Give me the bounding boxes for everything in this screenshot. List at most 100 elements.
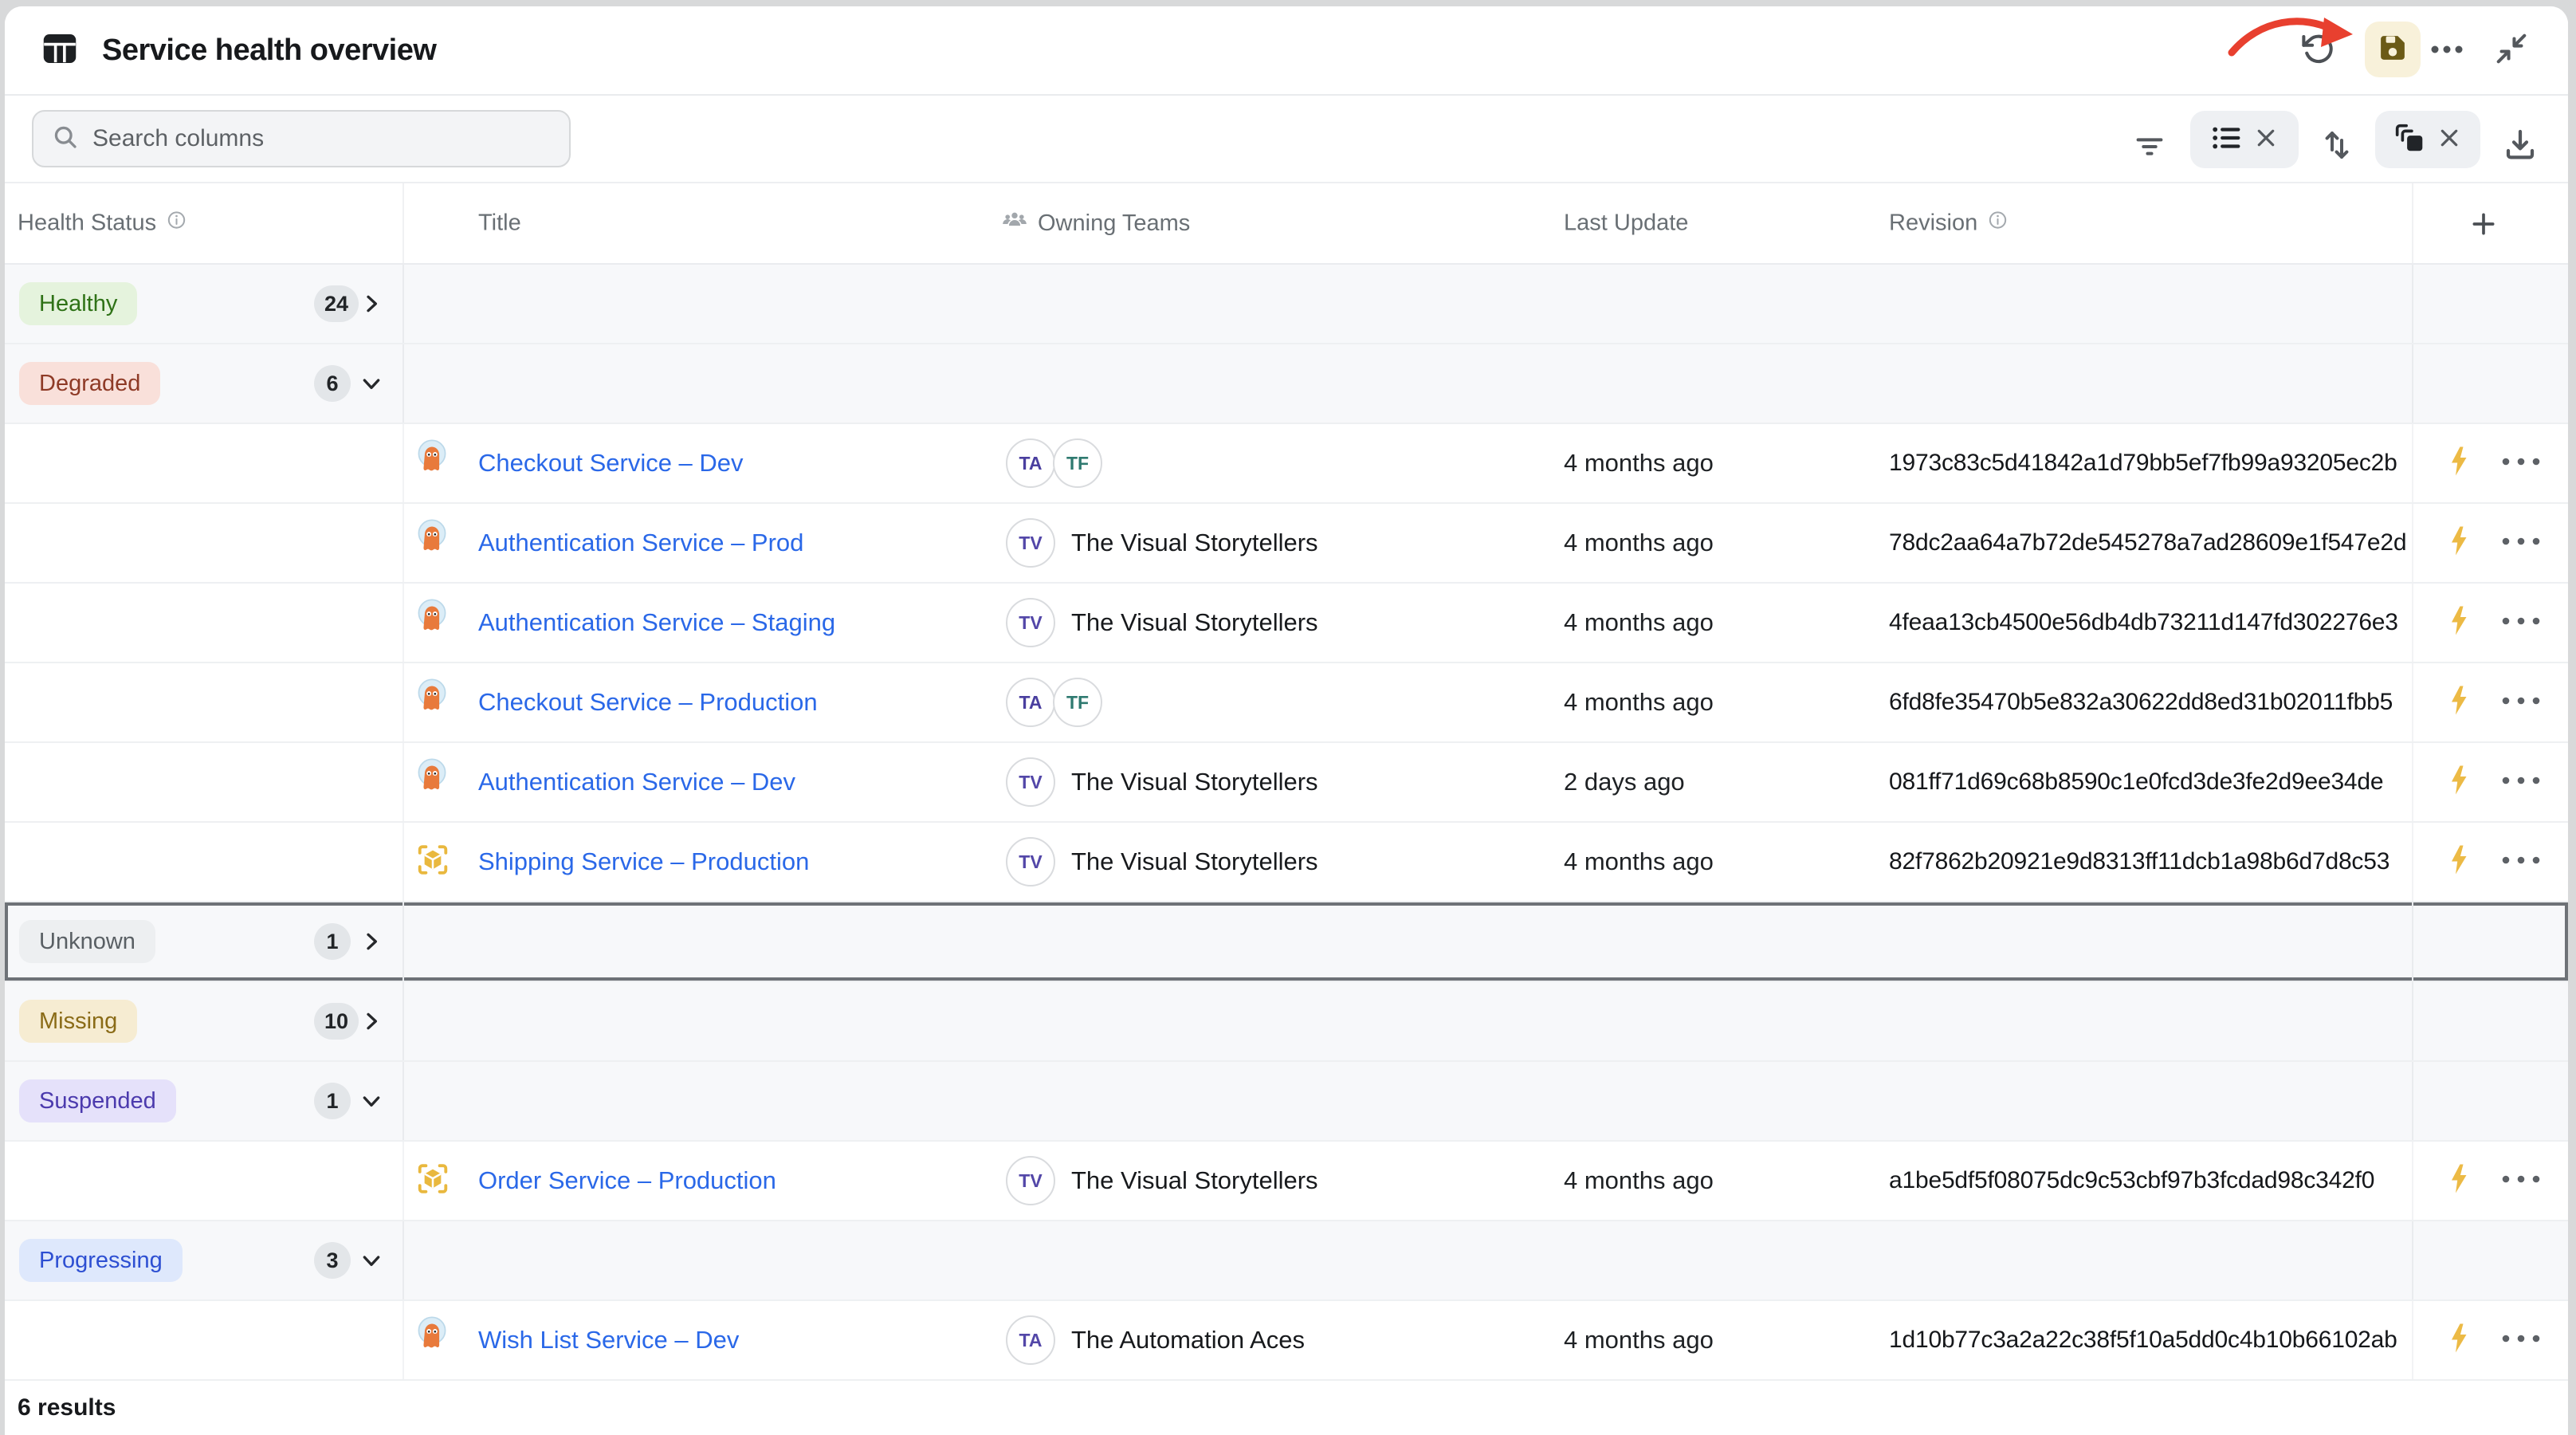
clear-list-view-icon[interactable] [2251,123,2281,157]
add-column-button[interactable] [2468,208,2499,244]
list-icon [2208,120,2244,160]
column-header-title[interactable]: Title [478,210,521,237]
lightning-icon[interactable] [2448,446,2469,481]
team-avatar[interactable]: TA [1006,678,1055,727]
search-icon [51,123,80,155]
group-count: 6 [314,365,351,402]
last-update: 4 months ago [1564,449,1714,478]
team-name: The Visual Storytellers [1071,529,1318,557]
lightning-icon[interactable] [2448,765,2469,800]
last-update: 4 months ago [1564,529,1714,557]
chevron-down-icon[interactable] [359,371,384,396]
column-header-revision[interactable]: Revision [1889,210,2009,238]
team-avatar[interactable]: TV [1006,598,1055,647]
table-row[interactable]: Authentication Service – Prod TV The Visua… [5,504,2568,584]
table-row[interactable]: Wish List Service – DevTAThe Automation … [5,1301,2568,1381]
list-view-toggle[interactable] [2190,111,2299,168]
lightning-icon[interactable] [2448,686,2469,720]
group-count: 24 [314,285,359,322]
column-header-last-update[interactable]: Last Update [1564,210,1688,237]
download-button[interactable] [2501,126,2539,168]
team-name: The Visual Storytellers [1071,768,1318,796]
owning-teams-cell: TV [1006,837,1055,887]
chevron-down-icon[interactable] [359,1088,384,1114]
row-menu-icon[interactable] [2499,456,2543,470]
info-icon[interactable] [1987,210,2009,238]
last-update: 4 months ago [1564,1166,1714,1195]
column-header-owning-teams[interactable]: Owning Teams [1001,206,1190,240]
row-menu-icon[interactable] [2499,1174,2543,1188]
row-menu-icon[interactable] [2499,615,2543,630]
revision-hash: 1d10b77c3a2a22c38f5f10a5dd0c4b10b66102ab [1889,1327,2397,1354]
compress-icon [2493,30,2530,71]
service-link[interactable]: Shipping Service – Production [478,847,809,876]
group-row-healthy[interactable]: Healthy 24 [5,265,2568,344]
service-link[interactable]: Authentication Service – Dev [478,768,795,796]
info-icon[interactable] [166,210,187,238]
group-row-suspended[interactable]: Suspended1 [5,1062,2568,1142]
team-avatar[interactable]: TV [1006,757,1055,807]
group-row-unknown[interactable]: Unknown1 [5,902,2568,982]
row-menu-icon[interactable] [2499,1333,2543,1347]
package-icon [414,842,451,883]
team-avatar[interactable]: TF [1053,438,1102,488]
search-input[interactable] [92,125,539,152]
team-avatar[interactable]: TA [1006,438,1055,488]
owning-teams-cell: TV [1006,757,1055,807]
table-row[interactable]: Authentication Service – StagingTVThe Vi… [5,584,2568,663]
status-badge: Degraded [19,362,160,405]
status-badge: Unknown [19,920,155,963]
row-menu-icon[interactable] [2499,536,2543,550]
lightning-icon[interactable] [2448,1323,2469,1358]
group-row-missing[interactable]: Missing10 [5,982,2568,1062]
chevron-right-icon[interactable] [359,929,384,954]
filter-button[interactable] [2131,128,2168,168]
lightning-icon[interactable] [2448,526,2469,560]
clear-group-by-icon[interactable] [2434,123,2464,157]
undo-icon [2299,30,2336,71]
row-menu-icon[interactable] [2499,855,2543,869]
team-avatar[interactable]: TA [1006,1315,1055,1365]
group-by-toggle[interactable] [2375,111,2480,168]
chevron-down-icon[interactable] [359,1248,384,1273]
octopus-icon [414,1316,450,1365]
service-link[interactable]: Checkout Service – Production [478,688,818,717]
service-link[interactable]: Authentication Service – Staging [478,608,835,637]
service-link[interactable]: Authentication Service – Prod [478,529,803,557]
team-name: The Visual Storytellers [1071,1166,1318,1195]
search-box[interactable] [32,110,571,167]
chevron-right-icon[interactable] [359,291,384,316]
lightning-icon[interactable] [2448,606,2469,640]
people-icon [1001,206,1028,240]
team-avatar[interactable]: TV [1006,837,1055,887]
last-update: 4 months ago [1564,688,1714,717]
group-row-degraded[interactable]: Degraded 6 [5,344,2568,424]
service-link[interactable]: Checkout Service – Dev [478,449,744,478]
group-row-progressing[interactable]: Progressing3 [5,1221,2568,1301]
row-menu-icon[interactable] [2499,775,2543,789]
table-row[interactable]: Order Service – Production TV The Visual S… [5,1142,2568,1221]
owning-teams-cell: TATF [1006,438,1102,488]
save-button[interactable] [2365,22,2421,77]
table-row[interactable]: Shipping Service – ProductionTVThe Visua… [5,823,2568,902]
lightning-icon[interactable] [2448,1164,2469,1198]
service-link[interactable]: Order Service – Production [478,1166,776,1195]
collapse-widget-button[interactable] [2491,29,2532,71]
table-row[interactable]: Checkout Service – DevTATF4 months ago19… [5,424,2568,504]
more-options-button[interactable] [2426,43,2468,59]
table-row[interactable]: Checkout Service – Production TATF 4 month… [5,663,2568,743]
undo-button[interactable] [2297,29,2338,71]
service-link[interactable]: Wish List Service – Dev [478,1326,739,1354]
lightning-icon[interactable] [2448,845,2469,879]
team-avatar[interactable]: TV [1006,1156,1055,1205]
status-badge: Healthy [19,282,137,325]
row-menu-icon[interactable] [2499,695,2543,710]
chevron-right-icon[interactable] [359,1008,384,1034]
annotation-arrow [2224,10,2363,67]
table-row[interactable]: Authentication Service – Dev TV The Visual… [5,743,2568,823]
last-update: 4 months ago [1564,847,1714,876]
team-avatar[interactable]: TV [1006,518,1055,568]
column-header-health-status[interactable]: Health Status [18,210,187,238]
sort-button[interactable] [2318,126,2356,168]
team-avatar[interactable]: TF [1053,678,1102,727]
